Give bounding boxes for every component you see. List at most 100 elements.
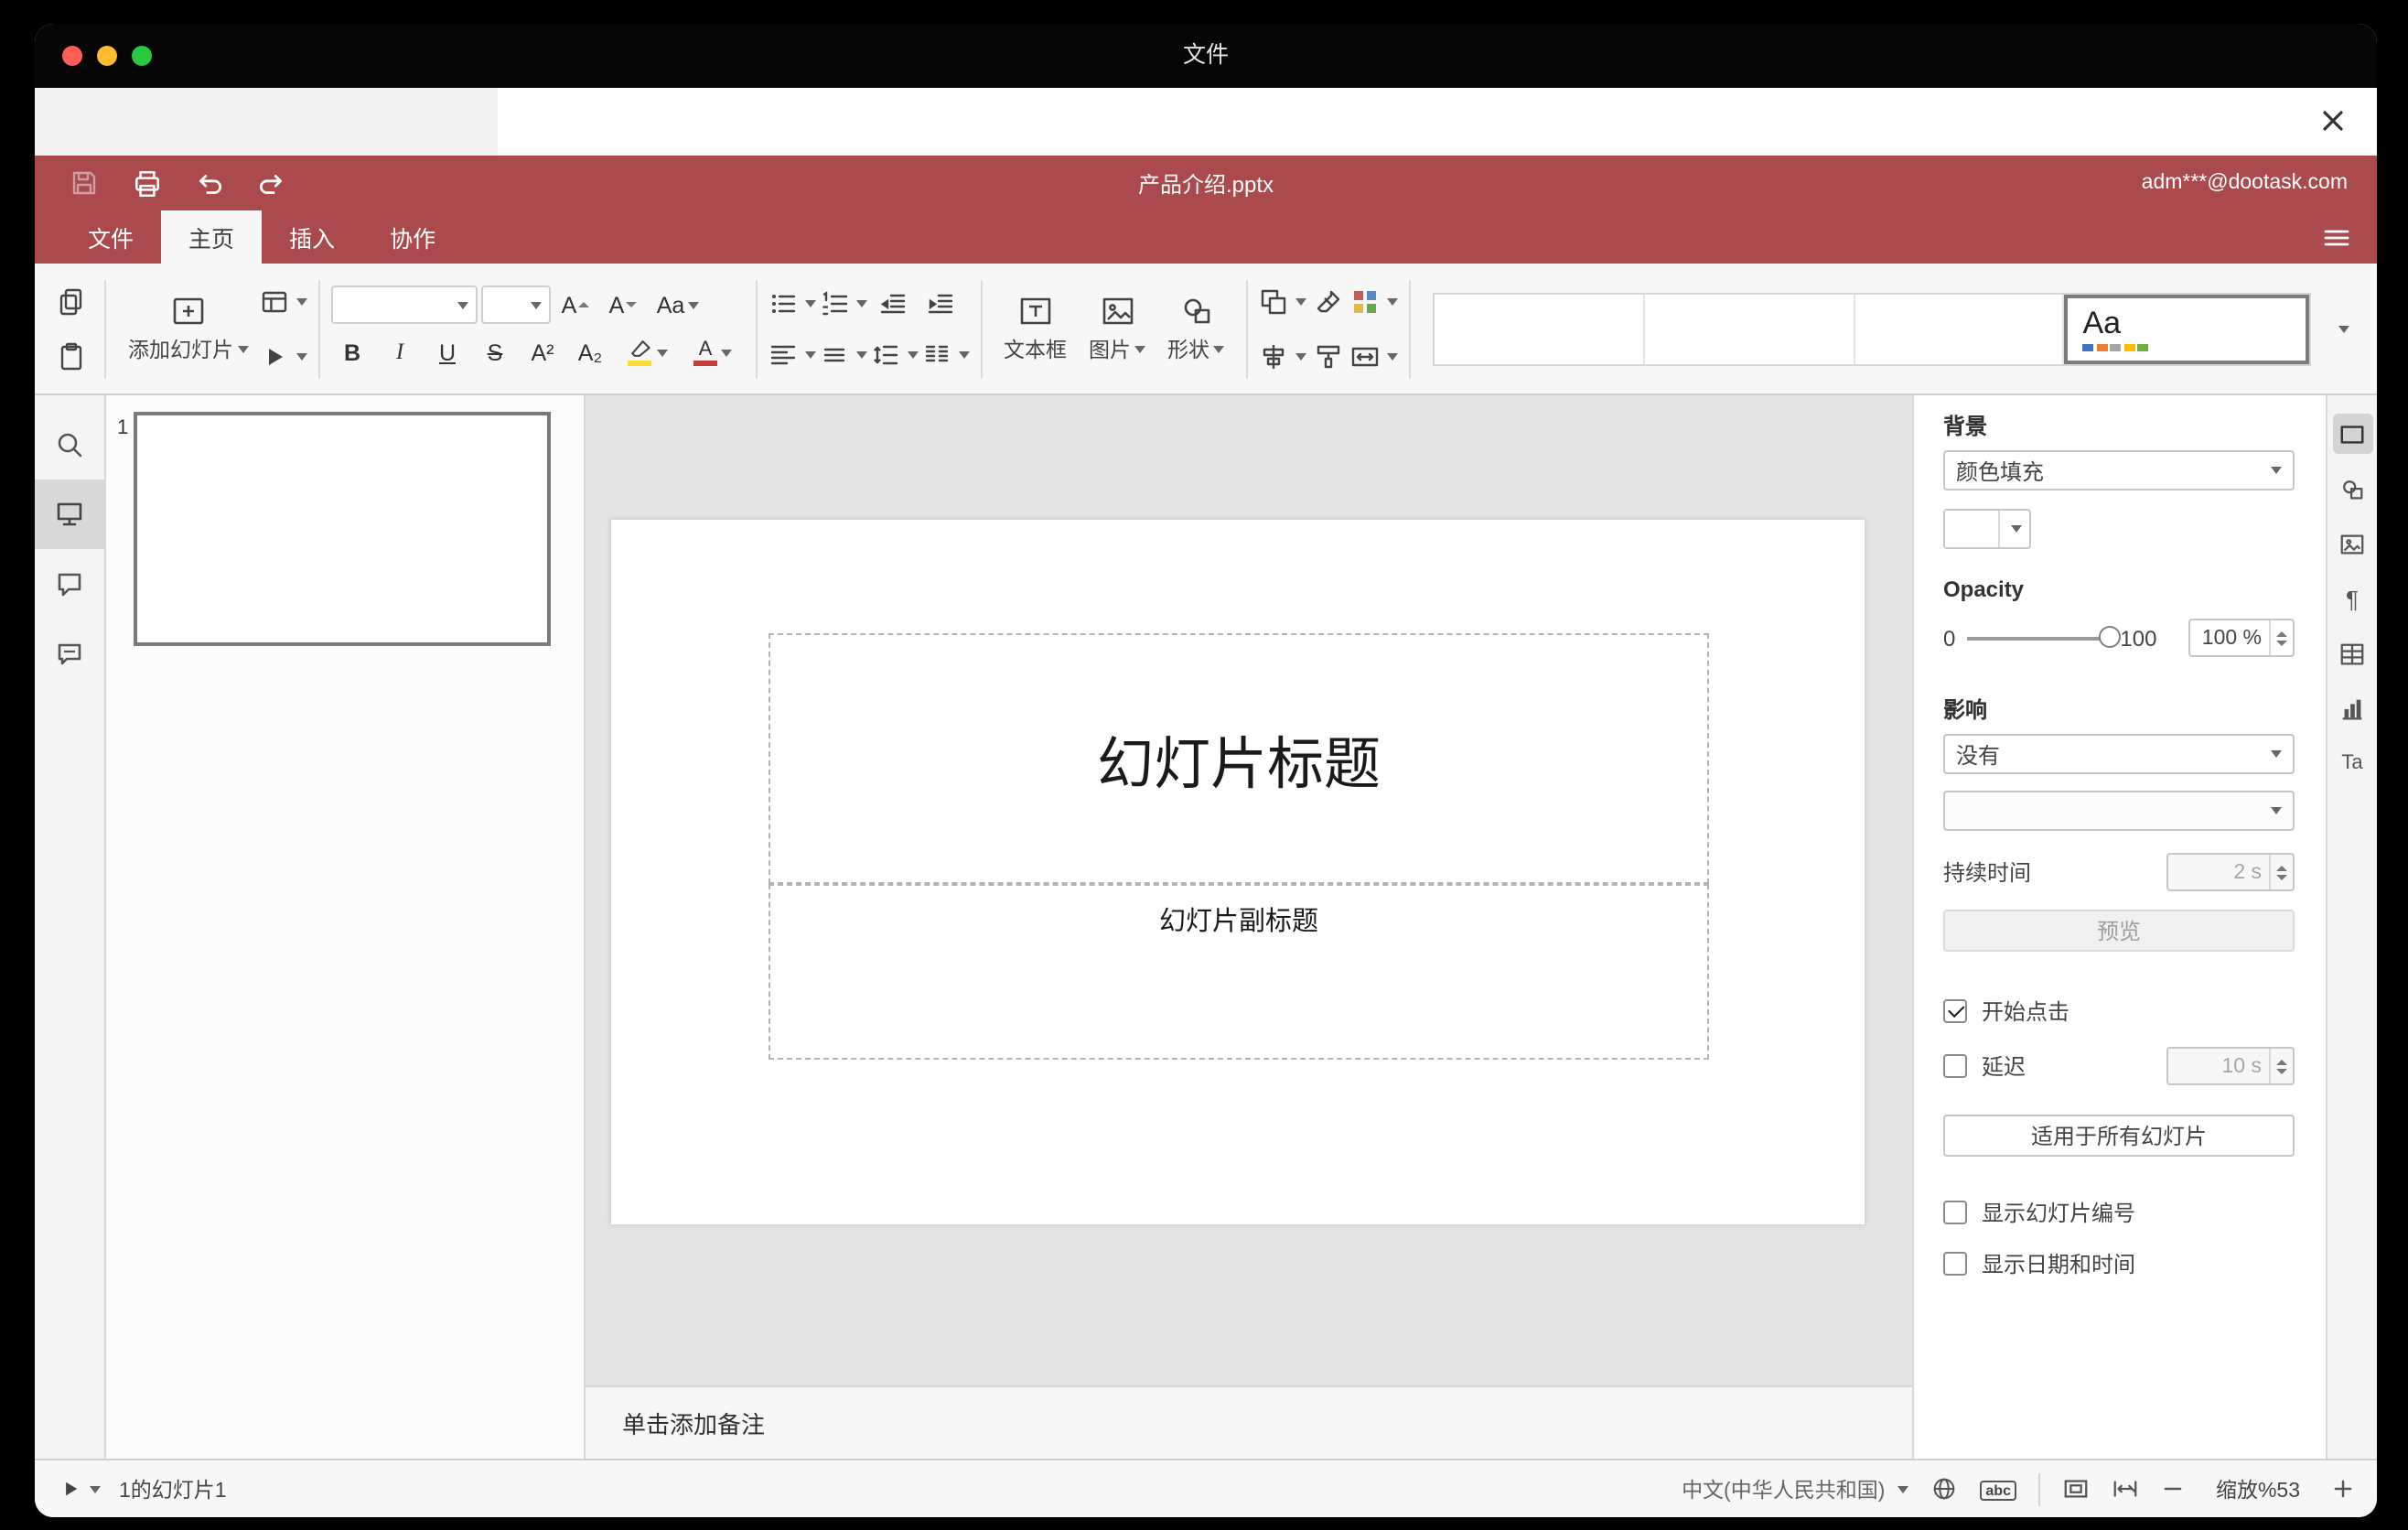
- decrease-font-button[interactable]: A: [601, 285, 645, 325]
- tab-collaboration[interactable]: 协作: [362, 210, 463, 264]
- slide-size-button[interactable]: [1350, 334, 1398, 378]
- delay-spinner[interactable]: [2269, 1049, 2293, 1083]
- opacity-spinner[interactable]: [2269, 620, 2293, 655]
- duration-spinner[interactable]: [2269, 855, 2293, 889]
- slide-canvas[interactable]: 幻灯片标题 幻灯片副标题: [611, 520, 1865, 1224]
- textart-settings-button[interactable]: Ta: [2332, 743, 2372, 783]
- paragraph-settings-button[interactable]: ¶: [2332, 578, 2372, 619]
- change-case-button[interactable]: Aa: [649, 285, 707, 325]
- fit-width-button[interactable]: [2112, 1475, 2139, 1503]
- paste-button[interactable]: [49, 334, 93, 378]
- clear-style-button[interactable]: [1306, 279, 1350, 323]
- increase-indent-button[interactable]: [918, 281, 962, 325]
- slide-settings-button[interactable]: [2332, 414, 2372, 454]
- save-button[interactable]: [68, 167, 101, 199]
- bold-button[interactable]: B: [330, 332, 374, 372]
- slide-title-placeholder[interactable]: 幻灯片标题: [769, 633, 1709, 884]
- effect-select[interactable]: 没有: [1943, 734, 2295, 774]
- document-language-button[interactable]: [1930, 1475, 1958, 1503]
- comments-panel-button[interactable]: [35, 549, 105, 619]
- underline-button[interactable]: U: [425, 332, 469, 372]
- tab-file[interactable]: 文件: [60, 210, 161, 264]
- theme-option-1[interactable]: [1435, 294, 1645, 363]
- chevron-down-icon: [1134, 346, 1145, 353]
- horizontal-align-button[interactable]: [768, 332, 815, 376]
- strikeout-button[interactable]: S: [473, 332, 517, 372]
- opacity-slider[interactable]: [1966, 626, 2121, 648]
- delay-value: 10 s: [2221, 1055, 2263, 1077]
- increase-font-button[interactable]: A: [554, 285, 597, 325]
- preview-button[interactable]: 预览: [1943, 910, 2295, 952]
- font-color-button[interactable]: A: [682, 332, 744, 372]
- insert-shape-button[interactable]: 形状: [1156, 289, 1235, 368]
- insert-textbox-button[interactable]: 文本框: [993, 289, 1078, 368]
- delay-label: 延迟: [1982, 1054, 2026, 1080]
- slide-subtitle-placeholder[interactable]: 幻灯片副标题: [769, 884, 1709, 1060]
- copy-style-button[interactable]: [1306, 334, 1350, 378]
- chevron-down-icon: [1295, 297, 1306, 305]
- image-settings-button[interactable]: [2332, 523, 2372, 564]
- start-slideshow-status-button[interactable]: [57, 1471, 101, 1507]
- font-name-select[interactable]: [330, 286, 477, 324]
- opacity-input[interactable]: 100 %: [2188, 619, 2295, 657]
- effect-variant-select[interactable]: [1943, 791, 2295, 831]
- zoom-out-button[interactable]: [2161, 1477, 2185, 1501]
- shape-settings-button[interactable]: [2332, 469, 2372, 509]
- slide-layout-button[interactable]: [259, 279, 306, 323]
- tab-insert[interactable]: 插入: [262, 210, 362, 264]
- print-button[interactable]: [130, 167, 163, 199]
- delay-checkbox[interactable]: [1943, 1054, 1967, 1078]
- theme-option-selected[interactable]: Aa: [2064, 294, 2309, 363]
- subscript-button[interactable]: A₂: [568, 332, 612, 372]
- textart-settings-icon: Ta: [2341, 752, 2363, 774]
- start-on-click-checkbox[interactable]: [1943, 999, 1967, 1023]
- numbered-list-button[interactable]: [819, 281, 866, 325]
- theme-gallery-expand-button[interactable]: [2322, 292, 2362, 365]
- delay-input[interactable]: 10 s: [2166, 1047, 2295, 1085]
- theme-option-3[interactable]: [1854, 294, 2065, 363]
- start-slideshow-button[interactable]: [259, 334, 306, 378]
- color-scheme-button[interactable]: [1350, 279, 1398, 323]
- chart-settings-button[interactable]: [2332, 688, 2372, 728]
- fill-type-select[interactable]: 颜色填充: [1943, 450, 2295, 490]
- fit-slide-button[interactable]: [2062, 1475, 2090, 1503]
- font-size-select[interactable]: [480, 286, 550, 324]
- copy-button[interactable]: [49, 279, 93, 323]
- decrease-indent-button[interactable]: [870, 281, 914, 325]
- columns-button[interactable]: [921, 332, 969, 376]
- highlight-color-button[interactable]: [616, 332, 678, 372]
- zoom-in-button[interactable]: [2331, 1477, 2355, 1501]
- vertical-align-button[interactable]: [819, 332, 866, 376]
- chevron-down-icon: [656, 349, 667, 356]
- chat-panel-button[interactable]: [35, 619, 105, 688]
- superscript-button[interactable]: A²: [521, 332, 564, 372]
- line-spacing-button[interactable]: [870, 332, 918, 376]
- search-button[interactable]: [35, 410, 105, 479]
- apply-to-all-button[interactable]: 适用于所有幻灯片: [1943, 1115, 2295, 1157]
- arrange-shapes-button[interactable]: [1259, 279, 1306, 323]
- add-slide-button[interactable]: 添加幻灯片: [117, 289, 259, 368]
- redo-button[interactable]: [254, 167, 287, 199]
- show-date-time-checkbox[interactable]: [1943, 1252, 1967, 1276]
- slides-panel-icon: [55, 500, 84, 529]
- chevron-down-icon: [530, 301, 541, 308]
- slides-panel-button[interactable]: [35, 479, 105, 549]
- hamburger-menu-button[interactable]: [2322, 210, 2351, 264]
- align-shapes-button[interactable]: [1259, 334, 1306, 378]
- fill-color-picker[interactable]: [1943, 509, 2031, 549]
- slide-thumbnail-1[interactable]: [134, 412, 551, 646]
- spellcheck-button[interactable]: abc: [1980, 1478, 2016, 1500]
- language-select[interactable]: 中文(中华人民共和国): [1682, 1474, 1909, 1503]
- duration-input[interactable]: 2 s: [2166, 853, 2295, 891]
- table-settings-button[interactable]: [2332, 633, 2372, 673]
- close-dialog-button[interactable]: [2315, 102, 2351, 139]
- bullet-list-button[interactable]: [768, 281, 815, 325]
- show-slide-number-checkbox[interactable]: [1943, 1201, 1967, 1224]
- undo-button[interactable]: [192, 167, 225, 199]
- opacity-slider-knob[interactable]: [2098, 626, 2121, 648]
- notes-area[interactable]: 单击添加备注: [586, 1385, 1912, 1459]
- tab-home[interactable]: 主页: [161, 210, 263, 264]
- theme-option-2[interactable]: [1644, 294, 1854, 363]
- italic-button[interactable]: I: [378, 332, 422, 372]
- insert-image-button[interactable]: 图片: [1078, 289, 1156, 368]
